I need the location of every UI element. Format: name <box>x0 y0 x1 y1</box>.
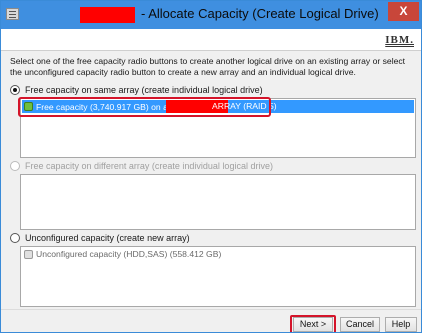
radio-row-unconfigured[interactable]: Unconfigured capacity (create new array) <box>10 233 190 243</box>
radio-label-different-array: Free capacity on different array (create… <box>25 161 273 171</box>
next-highlight-outline <box>290 315 336 332</box>
instructions-text: Select one of the free capacity radio bu… <box>10 56 406 77</box>
radio-label-unconfigured: Unconfigured capacity (create new array) <box>25 233 190 243</box>
radio-row-different-array: Free capacity on different array (create… <box>10 161 273 171</box>
drive-icon <box>24 249 33 259</box>
header-strip: IBM. <box>1 29 421 51</box>
radio-same-array[interactable] <box>10 85 20 95</box>
redacted-title-block <box>80 7 135 23</box>
different-array-list <box>20 174 416 230</box>
unconfigured-list[interactable]: Unconfigured capacity (HDD,SAS) (558.412… <box>20 246 416 307</box>
radio-unconfigured[interactable] <box>10 233 20 243</box>
close-button[interactable]: X <box>388 2 419 21</box>
list-item-unconfigured-capacity[interactable]: Unconfigured capacity (HDD,SAS) (558.412… <box>22 249 221 259</box>
radio-row-same-array[interactable]: Free capacity on same array (create indi… <box>10 85 263 95</box>
radio-label-same-array: Free capacity on same array (create indi… <box>25 85 263 95</box>
title-bar[interactable]: - Allocate Capacity (Create Logical Driv… <box>1 1 421 29</box>
selection-highlight-outline <box>18 97 271 117</box>
cancel-button[interactable]: Cancel <box>340 317 380 332</box>
ibm-logo: IBM. <box>385 34 414 46</box>
window-app-icon <box>6 8 19 20</box>
window-title: - Allocate Capacity (Create Logical Driv… <box>141 6 379 21</box>
unconfigured-capacity-label: Unconfigured capacity (HDD,SAS) (558.412… <box>36 249 222 259</box>
help-button[interactable]: Help <box>385 317 417 332</box>
radio-different-array <box>10 161 20 171</box>
allocate-capacity-window: - Allocate Capacity (Create Logical Driv… <box>0 0 422 333</box>
